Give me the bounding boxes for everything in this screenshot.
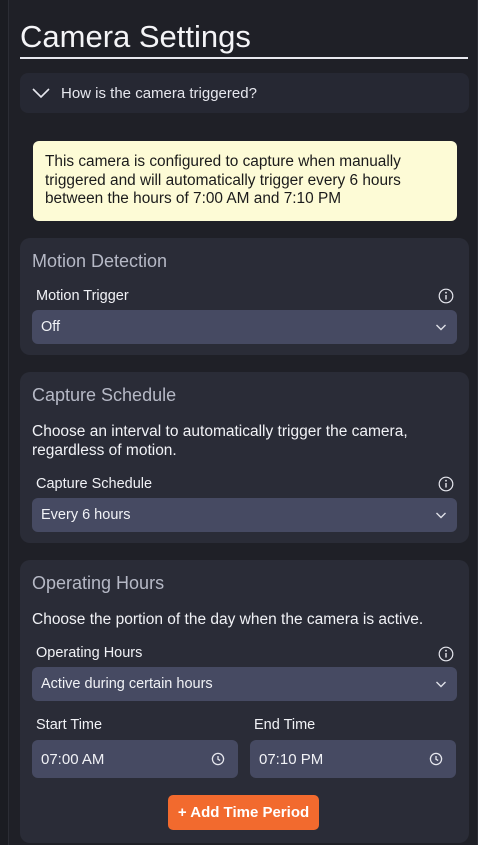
end-time-value: 07:10 PM xyxy=(259,750,324,768)
motion-detection-title: Motion Detection xyxy=(32,251,168,271)
trigger-summary-note: This camera is configured to capture whe… xyxy=(33,141,457,221)
clock-icon[interactable] xyxy=(211,752,225,766)
operating-hours-card: Operating Hours Choose the portion of th… xyxy=(20,560,469,843)
chevron-down-icon xyxy=(32,88,50,99)
motion-trigger-value: Off xyxy=(41,319,61,335)
start-time-input[interactable]: 07:00 AM xyxy=(32,740,238,778)
capture-schedule-label: Capture Schedule xyxy=(36,476,153,492)
info-icon[interactable] xyxy=(438,476,454,492)
capture-schedule-description: Choose an interval to automatically trig… xyxy=(32,423,408,459)
info-icon[interactable] xyxy=(438,288,454,304)
start-time-value: 07:00 AM xyxy=(41,750,105,768)
operating-hours-description: Choose the portion of the day when the c… xyxy=(32,611,424,628)
end-time-input[interactable]: 07:10 PM xyxy=(250,740,456,778)
clock-icon[interactable] xyxy=(429,752,443,766)
chevron-down-icon xyxy=(436,512,446,519)
operating-hours-value: Active during certain hours xyxy=(41,676,213,692)
motion-trigger-select[interactable]: Off xyxy=(32,310,457,344)
add-time-period-button[interactable]: + Add Time Period xyxy=(168,795,319,830)
operating-hours-title: Operating Hours xyxy=(32,573,165,593)
chevron-down-icon xyxy=(436,324,446,331)
motion-trigger-label: Motion Trigger xyxy=(36,288,129,304)
accordion-label: How is the camera triggered? xyxy=(61,84,257,102)
trigger-accordion-header[interactable]: How is the camera triggered? xyxy=(20,73,469,113)
info-icon[interactable] xyxy=(438,646,454,662)
capture-schedule-select[interactable]: Every 6 hours xyxy=(32,498,457,532)
operating-hours-select[interactable]: Active during certain hours xyxy=(32,667,457,701)
capture-schedule-value: Every 6 hours xyxy=(41,507,131,523)
page-title: Camera Settings xyxy=(20,18,468,59)
motion-detection-card: Motion Detection Motion Trigger Off xyxy=(20,238,469,355)
chevron-down-icon xyxy=(436,681,446,688)
capture-schedule-title: Capture Schedule xyxy=(32,385,177,405)
capture-schedule-card: Capture Schedule Choose an interval to a… xyxy=(20,372,469,543)
operating-hours-label: Operating Hours xyxy=(36,645,143,661)
end-time-label: End Time xyxy=(254,717,316,733)
start-time-label: Start Time xyxy=(36,717,103,733)
